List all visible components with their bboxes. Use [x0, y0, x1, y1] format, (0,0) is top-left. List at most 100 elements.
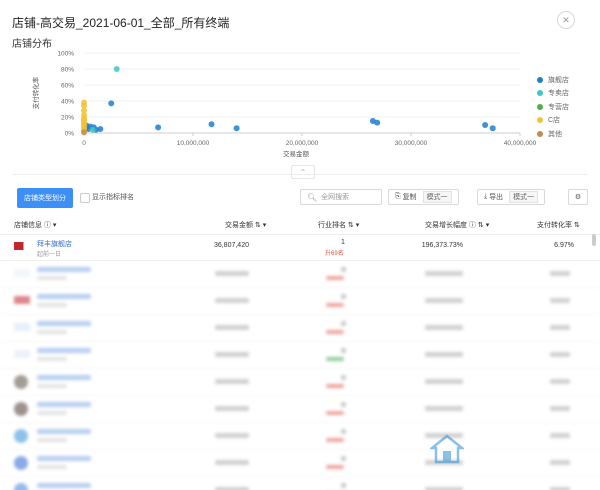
store-detail-panel: 店铺-高交易_2021-06-01_全部_所有终端 ✕ 店铺分布 0% 20% 40… [0, 0, 600, 490]
blurred-text [550, 352, 570, 357]
blurred-text [215, 460, 249, 465]
data-point [81, 129, 87, 136]
store-logo [14, 483, 28, 490]
legend-label: 旗舰店 [548, 76, 569, 84]
data-point [208, 121, 215, 128]
legend-item[interactable]: 其他 [537, 127, 569, 141]
blurred-text [326, 276, 344, 280]
y-tick-label: 0% [65, 131, 75, 138]
store-logo [14, 402, 28, 416]
chart-legend: 旗舰店专卖店专营店 C店其他 [537, 73, 569, 141]
y-axis-label: 支付转化率 [31, 76, 40, 109]
blurred-text [37, 348, 91, 353]
blurred-text [550, 271, 570, 276]
blurred-text [341, 402, 346, 407]
show-index-checkbox[interactable] [80, 193, 90, 203]
blurred-text [37, 294, 91, 299]
blurred-text [425, 352, 463, 357]
table-row[interactable] [0, 315, 600, 342]
blurred-text [37, 384, 67, 388]
legend-swatch [537, 76, 543, 83]
header-growth[interactable]: 交易增长幅度 ⓘ ⇅ ▾ [425, 220, 489, 230]
blurred-text [425, 271, 463, 276]
header-conversion[interactable]: 支付转化率 ⇅ [537, 220, 580, 230]
table-toolbar: 店铺类型划分 显示指标排名 🔍︎ 全网搜索 ⎘ 复制 模式一 ⤓ 导出 模式一 … [0, 186, 600, 210]
x-axis-label: 交易金额 [283, 149, 310, 158]
scatter-chart: 0% 20% 40% 60% 80% 100% 0 10,000,000 20,000,000 3… [31, 51, 537, 159]
copy-mode-select[interactable]: 模式一 [422, 191, 452, 203]
blurred-text [37, 438, 67, 442]
store-logo [14, 375, 28, 389]
table-scrollbar[interactable] [592, 234, 596, 246]
data-point [374, 119, 381, 126]
table-row[interactable] [0, 342, 600, 369]
blurred-text [37, 330, 67, 334]
store-logo [14, 323, 30, 331]
legend-label: 其他 [548, 130, 562, 138]
store-subtitle: 起前一日 [37, 252, 62, 258]
watermark-logo [430, 430, 590, 480]
blurred-text [215, 406, 249, 411]
settings-button[interactable]: ⚙ [568, 189, 588, 205]
table-header: 店铺信息 ⓘ ▾ 交易金额 ⇅ ▾ 行业排名 ⇅ ▾ 交易增长幅度 ⓘ ⇅ ▾ … [0, 214, 600, 235]
export-mode-select[interactable]: 模式一 [509, 191, 539, 203]
data-point [233, 125, 240, 132]
x-tick-label: 20,000,000 [286, 140, 319, 147]
legend-item[interactable]: 旗舰店 [537, 73, 569, 87]
header-amount[interactable]: 交易金额 ⇅ ▾ [225, 220, 266, 230]
table-row[interactable] [0, 261, 600, 288]
export-button[interactable]: ⤓ 导出 模式一 [477, 189, 546, 205]
blurred-text [326, 357, 344, 361]
x-tick-label: 40,000,000 [504, 140, 537, 147]
legend-label: 专营店 [548, 103, 569, 111]
legend-label: 专卖店 [548, 90, 569, 98]
table-row[interactable] [0, 369, 600, 396]
table-row[interactable]: 拜丰旗舰店 起前一日 36,807,420 1 升69名 196,373.73%… [0, 234, 600, 261]
store-logo [14, 296, 30, 304]
search-input[interactable]: 🔍︎ 全网搜索 [300, 189, 382, 205]
collapse-chart-button[interactable]: ⌃ [291, 165, 315, 179]
y-tick-label: 20% [61, 115, 74, 122]
blurred-text [37, 357, 67, 361]
x-tick-label: 10,000,000 [177, 140, 210, 147]
store-name-link[interactable]: 拜丰旗舰店 [37, 239, 72, 249]
blurred-text [37, 465, 67, 469]
blurred-text [425, 379, 463, 384]
x-tick-label: 0 [82, 140, 86, 147]
data-point [97, 126, 104, 132]
blurred-text [37, 456, 91, 461]
legend-item[interactable]: 专卖店 [537, 87, 569, 101]
blurred-text [550, 406, 570, 411]
divider [12, 174, 588, 175]
copy-button[interactable]: ⎘ 复制 模式一 [388, 189, 459, 205]
legend-item[interactable]: C店 [537, 114, 569, 128]
conversion-cell: 6.97% [554, 242, 574, 249]
table-row[interactable] [0, 396, 600, 423]
header-store[interactable]: 店铺信息 ⓘ ▾ [14, 220, 56, 230]
blurred-text [425, 298, 463, 303]
header-rank[interactable]: 行业排名 ⇅ ▾ [318, 220, 359, 230]
legend-swatch [537, 130, 543, 137]
blurred-text [37, 375, 91, 380]
blurred-text [341, 456, 346, 461]
blurred-text [341, 321, 346, 326]
store-logo [14, 242, 30, 250]
copy-icon: ⎘ [395, 193, 401, 200]
data-point [489, 125, 496, 132]
store-type-button[interactable]: 店铺类型划分 [17, 188, 73, 208]
blurred-text [341, 348, 346, 353]
copy-label: 复制 [402, 194, 417, 201]
search-placeholder: 全网搜索 [321, 194, 350, 201]
blurred-text [215, 433, 249, 438]
legend-item[interactable]: 专营店 [537, 100, 569, 114]
blurred-text [341, 429, 346, 434]
x-tick-label: 30,000,000 [395, 140, 428, 147]
blurred-text [326, 438, 344, 442]
amount-cell: 36,807,420 [213, 242, 249, 249]
table-row[interactable] [0, 288, 600, 315]
blurred-text [37, 411, 67, 415]
store-logo [14, 269, 30, 277]
blurred-text [550, 325, 570, 330]
legend-label: C店 [548, 117, 561, 125]
blurred-text [37, 402, 91, 407]
